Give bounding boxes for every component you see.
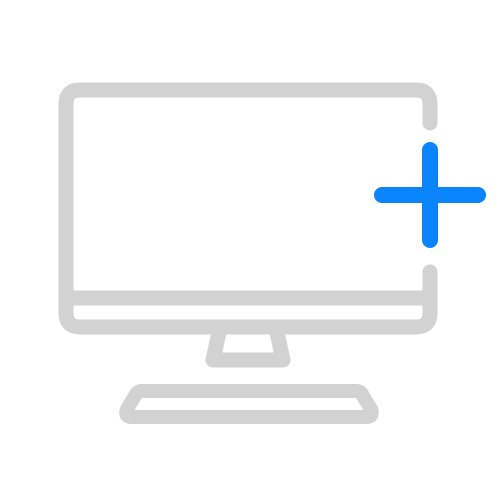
monitor-icon (58, 82, 438, 335)
add-computer-icon (58, 82, 486, 424)
keyboard-icon (119, 384, 379, 424)
plus-icon (374, 142, 486, 248)
icon-canvas (0, 0, 500, 500)
